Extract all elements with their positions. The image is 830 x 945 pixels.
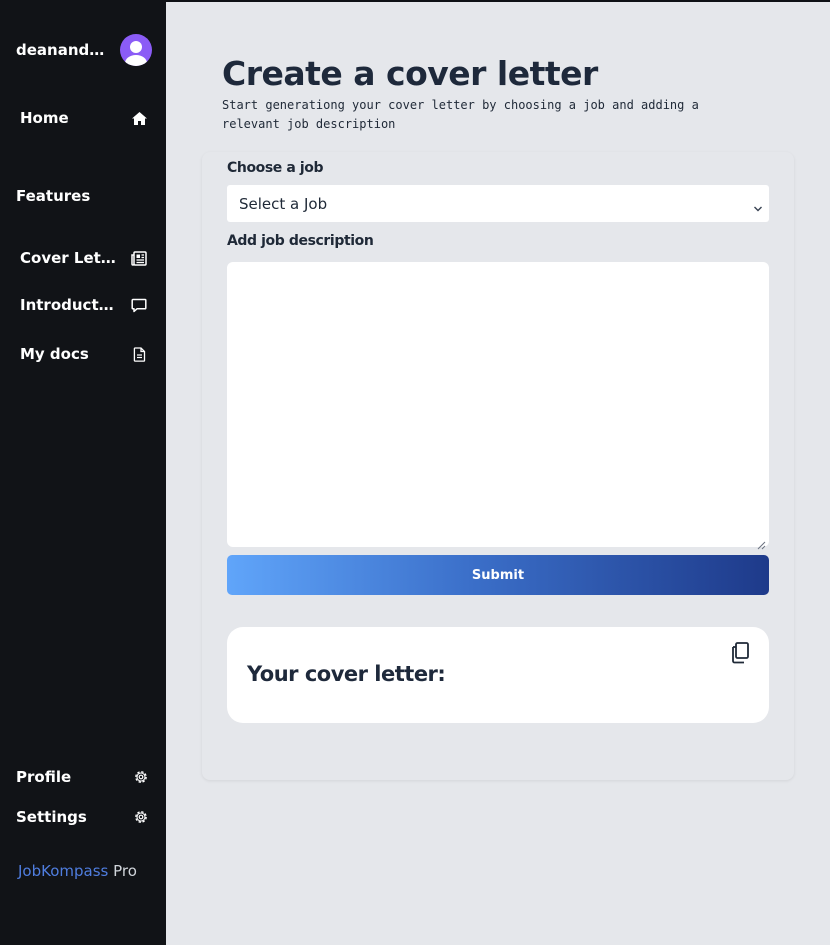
brand-name: JobKompass bbox=[18, 862, 109, 880]
sidebar-item-label: Settings bbox=[16, 808, 87, 826]
sidebar-item-label: Introducti… bbox=[20, 296, 116, 314]
sidebar-item-label: My docs bbox=[20, 345, 89, 363]
page-title: Create a cover letter bbox=[222, 54, 598, 93]
chat-bubble-icon bbox=[130, 296, 148, 314]
sidebar-item-my-docs[interactable]: My docs bbox=[20, 340, 148, 368]
job-description-textarea[interactable] bbox=[227, 262, 769, 547]
newspaper-icon bbox=[130, 249, 148, 267]
avatar[interactable] bbox=[120, 34, 152, 66]
sidebar-item-label: Cover Lett… bbox=[20, 249, 116, 267]
sidebar-item-label: Home bbox=[20, 109, 69, 127]
brand-tier: Pro bbox=[113, 862, 137, 880]
username: deanand… bbox=[16, 41, 105, 59]
features-heading: Features bbox=[16, 187, 91, 205]
job-description-label: Add job description bbox=[227, 233, 374, 249]
sidebar-item-label: Profile bbox=[16, 768, 72, 786]
job-select-label: Choose a job bbox=[227, 160, 324, 176]
main-content: Create a cover letter Start generationg … bbox=[166, 2, 830, 945]
user-menu[interactable]: deanand… bbox=[16, 34, 152, 66]
sidebar-item-introduction[interactable]: Introducti… bbox=[20, 291, 148, 319]
submit-button[interactable]: Submit bbox=[227, 555, 769, 595]
chevron-down-icon bbox=[753, 198, 763, 217]
sidebar-item-settings[interactable]: Settings bbox=[16, 805, 150, 829]
job-select-value: Select a Job bbox=[239, 194, 328, 213]
job-select[interactable]: Select a Job bbox=[227, 185, 769, 222]
sidebar-item-profile[interactable]: Profile bbox=[16, 765, 150, 789]
sidebar: deanand… Home Features Cover Lett… Intro… bbox=[0, 0, 166, 945]
copy-icon[interactable] bbox=[729, 641, 751, 665]
document-icon bbox=[130, 345, 148, 363]
sidebar-item-cover-letter[interactable]: Cover Lett… bbox=[20, 244, 148, 272]
page-subtitle: Start generationg your cover letter by c… bbox=[222, 98, 699, 131]
gear-icon bbox=[132, 808, 150, 826]
home-icon bbox=[130, 109, 148, 127]
gear-icon bbox=[132, 768, 150, 786]
cover-letter-form-card: Choose a job Select a Job Add job descri… bbox=[202, 152, 794, 780]
sidebar-item-home[interactable]: Home bbox=[20, 104, 148, 132]
brand-logo: JobKompass Pro bbox=[18, 862, 137, 880]
cover-letter-output: Your cover letter: bbox=[227, 627, 769, 723]
submit-button-label: Submit bbox=[471, 567, 525, 583]
cover-letter-output-title: Your cover letter: bbox=[247, 662, 446, 686]
